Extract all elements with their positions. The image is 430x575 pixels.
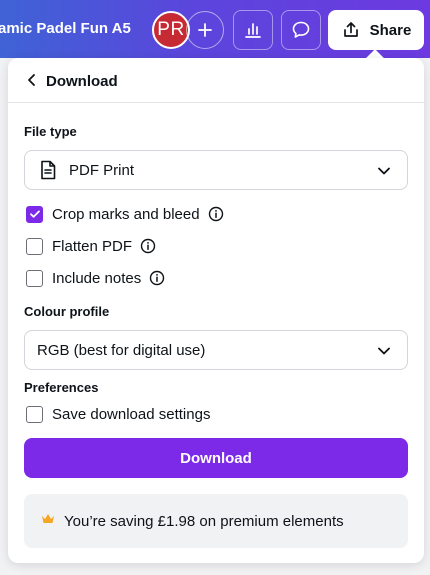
info-icon[interactable] <box>149 270 165 286</box>
panel-header: Download <box>8 58 424 103</box>
flatten-pdf-checkbox[interactable] <box>26 237 43 255</box>
chevron-down-icon <box>378 347 390 355</box>
checkmark-icon <box>29 210 40 218</box>
chevron-left-icon <box>28 74 35 86</box>
flatten-pdf-label: Flatten PDF <box>52 237 133 255</box>
share-button[interactable]: Share <box>328 10 424 50</box>
download-panel: Download File type PDF Print Crop marks … <box>8 58 424 563</box>
file-type-select[interactable]: PDF Print <box>24 150 408 190</box>
info-icon[interactable] <box>140 238 156 254</box>
include-notes-checkbox[interactable] <box>26 269 43 287</box>
chevron-down-icon <box>378 167 390 175</box>
colour-profile-select[interactable]: RGB (best for digital use) <box>24 330 408 370</box>
crop-marks-checkbox[interactable] <box>26 205 43 223</box>
crop-marks-option[interactable]: Crop marks and bleed <box>26 205 224 223</box>
insights-button[interactable] <box>233 10 273 50</box>
preferences-label: Preferences <box>24 380 99 395</box>
analytics-icon <box>245 23 261 38</box>
file-type-label: File type <box>24 124 77 139</box>
user-avatar[interactable]: PR <box>152 11 190 49</box>
save-settings-label: Save download settings <box>52 405 211 423</box>
document-icon <box>41 160 56 180</box>
share-upload-icon <box>343 22 358 37</box>
download-button[interactable]: Download <box>24 438 408 478</box>
add-collaborator-button[interactable] <box>186 11 224 49</box>
top-toolbar: amic Padel Fun A5 PR Share <box>0 0 430 58</box>
save-settings-option[interactable]: Save download settings <box>26 405 210 423</box>
panel-title: Download <box>46 73 118 90</box>
colour-profile-label: Colour profile <box>24 304 110 319</box>
save-settings-checkbox[interactable] <box>26 405 43 423</box>
comment-icon <box>292 21 310 38</box>
flatten-pdf-option[interactable]: Flatten PDF <box>26 237 156 255</box>
file-type-value: PDF Print <box>69 161 135 179</box>
include-notes-option[interactable]: Include notes <box>26 269 165 287</box>
include-notes-label: Include notes <box>52 269 142 287</box>
savings-text: You’re saving £1.98 on premium elements <box>64 513 344 530</box>
premium-savings-notice: You’re saving £1.98 on premium elements <box>24 494 408 548</box>
crop-marks-label: Crop marks and bleed <box>52 205 200 223</box>
plus-icon <box>198 23 212 37</box>
colour-profile-value: RGB (best for digital use) <box>37 341 206 359</box>
info-icon[interactable] <box>208 206 224 222</box>
crown-icon <box>42 514 54 523</box>
share-label: Share <box>369 21 412 39</box>
back-button[interactable] <box>24 72 40 88</box>
comments-button[interactable] <box>281 10 321 50</box>
document-title[interactable]: amic Padel Fun A5 <box>0 20 131 37</box>
